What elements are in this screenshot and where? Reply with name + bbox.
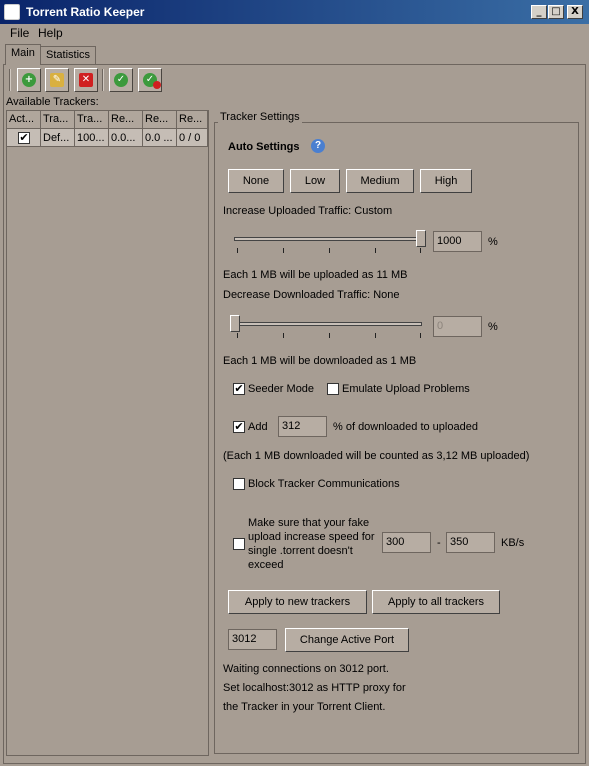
preset-medium-button[interactable]: Medium [346, 169, 414, 193]
seeder-mode-checkbox[interactable]: ✔ [233, 383, 245, 395]
delete-icon: ✕ [79, 73, 93, 87]
emulate-problems-checkbox[interactable] [327, 383, 339, 395]
speed-range-dash: - [437, 537, 441, 549]
menu-file[interactable]: File [10, 26, 29, 40]
maximize-button[interactable]: □ [548, 5, 564, 19]
slider-tick [420, 333, 421, 338]
tracker-settings-legend: Tracker Settings [218, 111, 302, 123]
speed-limit-label-line: upload increase speed for [248, 531, 375, 543]
disable-tracker-button[interactable]: ✓ [138, 68, 162, 92]
speed-limit-label-line: Make sure that your fake [248, 517, 370, 529]
status-line: Waiting connections on 3012 port. [223, 663, 389, 675]
table-cell[interactable]: 0 / 0 [177, 129, 208, 147]
add-icon: + [22, 73, 36, 87]
slider-tick [237, 248, 238, 253]
speed-limit-label-line: single .torrent doesn't [248, 545, 353, 557]
status-line: the Tracker in your Torrent Client. [223, 701, 386, 713]
tab-statistics[interactable]: Statistics [40, 46, 97, 64]
speed-max-field[interactable]: 350 [446, 532, 495, 553]
add-note: (Each 1 MB downloaded will be counted as… [223, 450, 530, 462]
speed-min-field[interactable]: 300 [382, 532, 431, 553]
available-trackers-label: Available Trackers: [6, 96, 99, 108]
download-slider-track [234, 322, 422, 326]
delete-tracker-button[interactable]: ✕ [74, 68, 98, 92]
add-percent-checkbox[interactable]: ✔ [233, 421, 245, 433]
add-suffix-label: % of downloaded to uploaded [333, 421, 478, 433]
slider-tick [329, 248, 330, 253]
title-bar: Torrent Ratio Keeper _ □ X [0, 0, 589, 24]
menu-bar: File Help [0, 24, 589, 42]
edit-tracker-button[interactable]: ✎ [45, 68, 69, 92]
speed-limit-label[interactable]: Make sure that your fake upload increase… [248, 516, 375, 572]
toolbar-separator [102, 69, 104, 91]
download-percent-field: 0 [433, 316, 482, 337]
speed-limit-checkbox[interactable] [233, 538, 245, 550]
table-cell[interactable]: Def... [41, 129, 75, 147]
apply-all-trackers-button[interactable]: Apply to all trackers [372, 590, 500, 614]
toolbar-separator [9, 69, 11, 91]
enable-tracker-button[interactable]: ✓ [109, 68, 133, 92]
slider-tick [237, 333, 238, 338]
column-header[interactable]: Tra... [75, 111, 109, 129]
column-header[interactable]: Tra... [41, 111, 75, 129]
upload-slider-track [234, 237, 422, 241]
download-traffic-label: Decrease Downloaded Traffic: None [223, 289, 400, 301]
column-header[interactable]: Re... [177, 111, 208, 129]
status-line: Set localhost:3012 as HTTP proxy for [223, 682, 406, 694]
seeder-mode-label[interactable]: Seeder Mode [248, 383, 314, 395]
apply-new-trackers-button[interactable]: Apply to new trackers [228, 590, 367, 614]
add-percent-field[interactable]: 312 [278, 416, 327, 437]
tracker-active-checkbox[interactable]: ✔ [18, 132, 30, 144]
menu-help[interactable]: Help [38, 26, 63, 40]
download-percent-unit: % [488, 321, 498, 333]
auto-settings-title: Auto Settings [228, 141, 300, 153]
column-header[interactable]: Re... [109, 111, 143, 129]
window-title: Torrent Ratio Keeper [26, 5, 145, 19]
close-button[interactable]: X [567, 5, 583, 19]
add-label[interactable]: Add [248, 421, 268, 433]
speed-limit-label-line: exceed [248, 559, 284, 571]
upload-slider-thumb[interactable] [416, 230, 426, 247]
column-header[interactable]: Re... [143, 111, 177, 129]
tab-main[interactable]: Main [5, 44, 41, 65]
minimize-button[interactable]: _ [531, 5, 547, 19]
preset-low-button[interactable]: Low [290, 169, 340, 193]
upload-percent-field[interactable]: 1000 [433, 231, 482, 252]
settings-icon: ✎ [50, 73, 64, 87]
block-communications-checkbox[interactable] [233, 478, 245, 490]
download-note: Each 1 MB will be downloaded as 1 MB [223, 355, 417, 367]
table-cell-active[interactable]: ✔ [7, 129, 41, 147]
speed-unit-label: KB/s [501, 537, 525, 549]
table-cell[interactable]: 0.0 ... [143, 129, 177, 147]
slider-tick [283, 333, 284, 338]
upload-note: Each 1 MB will be uploaded as 11 MB [223, 269, 408, 281]
table-cell[interactable]: 100... [75, 129, 109, 147]
preset-none-button[interactable]: None [228, 169, 284, 193]
table-cell[interactable]: 0.0... [109, 129, 143, 147]
slider-tick [375, 248, 376, 253]
column-header[interactable]: Act... [7, 111, 41, 129]
slider-tick [420, 248, 421, 253]
slider-tick [283, 248, 284, 253]
upload-slider[interactable] [230, 228, 426, 258]
add-tracker-button[interactable]: + [17, 68, 41, 92]
trackers-table[interactable]: Act... Tra... Tra... Re... Re... Re... ✔… [6, 110, 209, 756]
java-app-icon [4, 4, 20, 20]
block-communications-label[interactable]: Block Tracker Communications [248, 478, 400, 490]
preset-high-button[interactable]: High [420, 169, 472, 193]
change-port-button[interactable]: Change Active Port [285, 628, 409, 652]
emulate-problems-label[interactable]: Emulate Upload Problems [342, 383, 470, 395]
cancel-badge-icon [153, 81, 161, 89]
download-slider[interactable] [230, 313, 426, 343]
slider-tick [329, 333, 330, 338]
port-field[interactable]: 3012 [228, 629, 277, 650]
upload-percent-unit: % [488, 236, 498, 248]
check-icon: ✓ [114, 73, 128, 87]
help-icon[interactable]: ? [311, 139, 325, 153]
download-slider-thumb[interactable] [230, 315, 240, 332]
upload-traffic-label: Increase Uploaded Traffic: Custom [223, 205, 393, 217]
slider-tick [375, 333, 376, 338]
